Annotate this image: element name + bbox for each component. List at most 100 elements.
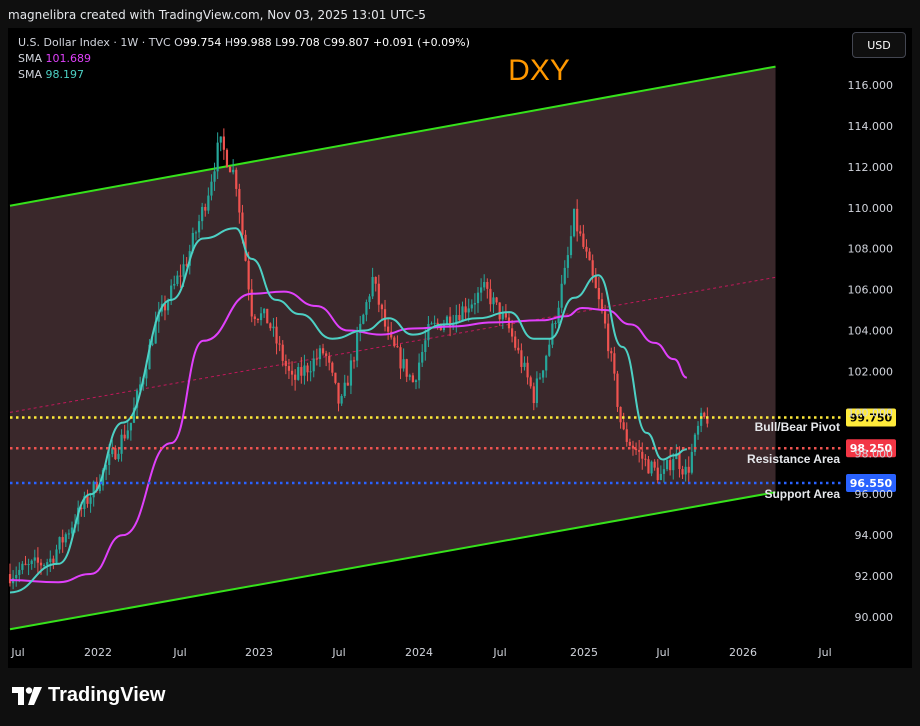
candle-body	[123, 434, 126, 439]
candle-body	[399, 347, 402, 369]
candle-body	[269, 323, 272, 329]
candle-body	[613, 353, 616, 374]
candle-body	[8, 574, 12, 584]
candle-body	[696, 425, 700, 435]
candle-body	[173, 283, 176, 286]
candle-body	[461, 306, 464, 321]
candle-body	[67, 533, 70, 535]
candle-body	[49, 558, 52, 563]
candle-body	[365, 302, 368, 315]
candle-body	[207, 195, 210, 211]
candle-body	[591, 260, 594, 276]
candle-body	[210, 181, 213, 196]
candle-body	[36, 557, 39, 563]
candle-body	[120, 434, 123, 454]
candle-body	[557, 307, 560, 323]
candle-body	[538, 377, 542, 379]
legend-sma-fast[interactable]: SMA 98.197	[18, 67, 470, 83]
candle-body	[297, 367, 300, 380]
candle-body	[495, 297, 498, 303]
chart-legend: U.S. Dollar Index · 1W · TVC O99.754 H99…	[18, 35, 470, 83]
high-value: 99.988	[233, 36, 272, 49]
candle-body	[309, 371, 312, 373]
candle-body	[318, 348, 322, 360]
candle-body	[588, 251, 591, 261]
y-tick-label: 98.000	[855, 447, 894, 460]
candle-body	[628, 441, 631, 446]
candle-body	[238, 188, 241, 213]
candle-body	[278, 343, 281, 345]
candle-body	[597, 287, 600, 300]
x-tick-label: Jul	[492, 646, 506, 659]
candle-body	[535, 378, 538, 404]
y-tick-label: 92.000	[855, 570, 894, 583]
candle-body	[473, 303, 476, 305]
candle-body	[563, 267, 566, 284]
candle-body	[687, 466, 690, 473]
candle-body	[241, 212, 244, 235]
candle-body	[362, 314, 365, 324]
candle-body	[405, 359, 408, 377]
candle-body	[30, 560, 33, 565]
sma-slow-value: 101.689	[45, 52, 92, 65]
y-tick-label: 104.000	[848, 325, 894, 338]
candle-body	[421, 351, 424, 363]
candle-body	[424, 340, 427, 352]
y-tick-label: 106.000	[848, 284, 894, 297]
currency-button[interactable]: USD	[852, 32, 906, 58]
candle-body	[529, 377, 532, 387]
candle-body	[616, 373, 619, 407]
candle-body	[108, 454, 111, 465]
candle-body	[411, 375, 415, 383]
candle-body	[566, 255, 569, 268]
candle-body	[483, 282, 486, 288]
candle-body	[235, 169, 238, 189]
candle-body	[414, 380, 418, 383]
y-tick-label: 102.000	[848, 365, 894, 378]
candle-body	[576, 208, 579, 232]
open-label: O	[174, 36, 183, 49]
x-tick-label: Jul	[172, 646, 186, 659]
candle-body	[402, 359, 405, 369]
candle-body	[356, 332, 359, 361]
candle-body	[166, 301, 170, 311]
close-label: C	[323, 36, 331, 49]
candle-body	[374, 277, 377, 284]
candle-body	[272, 326, 275, 329]
candle-body	[33, 557, 36, 561]
x-tick-label: Jul	[10, 646, 24, 659]
tradingview-brand[interactable]: TradingView	[12, 684, 165, 707]
x-tick-label: Jul	[655, 646, 669, 659]
candle-body	[387, 326, 390, 332]
candle-body	[523, 362, 526, 367]
candle-body	[408, 375, 411, 377]
candle-body	[700, 412, 703, 426]
candle-body	[631, 445, 635, 449]
legend-sma-slow[interactable]: SMA 101.689	[18, 51, 470, 67]
level-name-2: Resistance Area	[747, 452, 840, 466]
sma-fast-value: 98.197	[45, 68, 85, 81]
candle-body	[665, 460, 669, 470]
candle-body	[641, 451, 644, 459]
candle-body	[64, 534, 67, 543]
channel-fill	[10, 66, 776, 630]
candle-body	[594, 275, 597, 288]
x-tick-label: 2023	[245, 646, 273, 659]
candle-body	[585, 246, 588, 252]
candle-body	[290, 370, 294, 375]
candle-body	[129, 422, 132, 431]
legend-symbol-row: U.S. Dollar Index · 1W · TVC O99.754 H99…	[18, 35, 470, 51]
candle-body	[315, 358, 318, 360]
candle-body	[58, 537, 61, 550]
candle-body	[18, 569, 21, 575]
y-tick-label: 100.000	[848, 406, 894, 419]
candle-body	[703, 412, 706, 417]
candle-body	[669, 460, 672, 471]
candle-body	[396, 346, 399, 348]
candle-body	[346, 382, 349, 386]
open-value: 99.754	[182, 36, 222, 49]
candle-body	[644, 458, 647, 460]
y-tick-label: 116.000	[848, 79, 894, 92]
candle-body	[325, 353, 328, 356]
x-tick-label: 2025	[570, 646, 598, 659]
